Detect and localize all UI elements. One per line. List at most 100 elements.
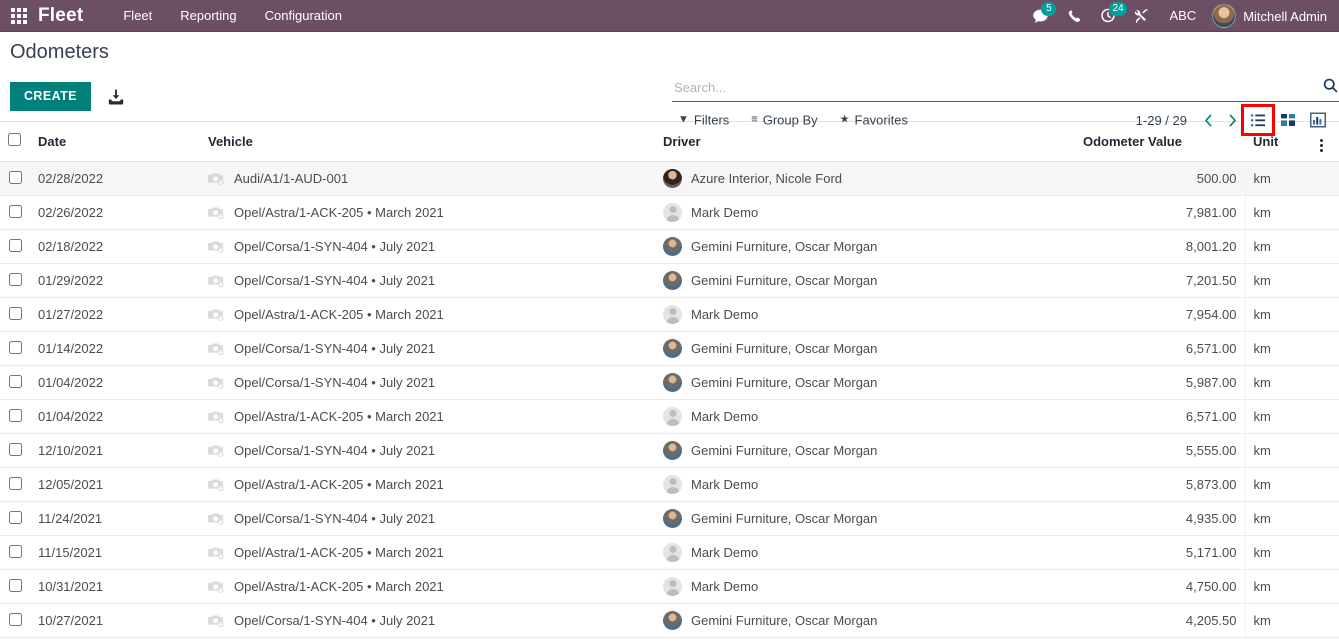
- row-checkbox[interactable]: [8, 578, 22, 592]
- pager-next-icon[interactable]: [1221, 109, 1243, 131]
- menu-configuration[interactable]: Configuration: [251, 0, 356, 32]
- company-switcher-abc[interactable]: ABC: [1159, 0, 1206, 32]
- row-checkbox[interactable]: [8, 272, 22, 286]
- table-row[interactable]: 02/26/2022 Opel/Astra/1-ACK-205 • March 2…: [0, 195, 1339, 230]
- user-menu[interactable]: Mitchell Admin: [1206, 0, 1335, 32]
- vehicle-label: Opel/Corsa/1-SYN-404 • July 2021: [234, 511, 436, 526]
- create-button[interactable]: CREATE: [10, 82, 91, 111]
- app-brand-fleet[interactable]: Fleet: [38, 0, 83, 32]
- kanban-view-button[interactable]: [1273, 106, 1303, 134]
- cell-vehicle: Opel/Corsa/1-SYN-404 • July 2021: [200, 433, 655, 468]
- row-checkbox[interactable]: [8, 612, 22, 626]
- cell-vehicle: Opel/Corsa/1-SYN-404 • July 2021: [200, 263, 655, 298]
- cell-optional: [1320, 501, 1339, 536]
- vehicle-image-placeholder-icon: [208, 241, 224, 254]
- driver-label: Gemini Furniture, Oscar Morgan: [691, 239, 878, 254]
- table-row[interactable]: 12/05/2021 Opel/Astra/1-ACK-205 • March 2…: [0, 467, 1339, 502]
- column-header-driver[interactable]: Driver: [655, 122, 1075, 162]
- table-row[interactable]: 11/15/2021 Opel/Astra/1-ACK-205 • March 2…: [0, 535, 1339, 570]
- apps-menu-icon[interactable]: [0, 0, 38, 32]
- row-checkbox[interactable]: [8, 408, 22, 422]
- row-checkbox[interactable]: [8, 476, 22, 490]
- table-row[interactable]: 02/18/2022 Opel/Corsa/1-SYN-404 • July 20…: [0, 229, 1339, 264]
- cell-driver: Mark Demo: [655, 467, 1075, 502]
- import-records-icon[interactable]: [105, 86, 127, 108]
- favorites-toggle[interactable]: ★ Favorites: [840, 113, 908, 128]
- select-all-checkbox[interactable]: [8, 133, 21, 146]
- cell-unit: km: [1245, 297, 1320, 332]
- table-row[interactable]: 12/10/2021 Opel/Corsa/1-SYN-404 • July 20…: [0, 433, 1339, 468]
- pager: 1-29 / 29: [1136, 109, 1243, 131]
- row-checkbox[interactable]: [8, 544, 22, 558]
- driver-avatar: [663, 339, 682, 358]
- pager-count[interactable]: 1-29 / 29: [1136, 113, 1187, 128]
- vehicle-label: Opel/Corsa/1-SYN-404 • July 2021: [234, 273, 436, 288]
- table-row[interactable]: 02/28/2022 Audi/A1/1-AUD-001 Azure Interio…: [0, 161, 1339, 196]
- table-row[interactable]: 10/31/2021 Opel/Astra/1-ACK-205 • March 2…: [0, 569, 1339, 604]
- cell-optional: [1320, 365, 1339, 400]
- cell-driver: Gemini Furniture, Oscar Morgan: [655, 603, 1075, 638]
- filters-label: Filters: [693, 112, 730, 128]
- cell-unit: km: [1245, 467, 1320, 502]
- phone-icon[interactable]: [1057, 0, 1091, 32]
- cell-driver: Mark Demo: [655, 535, 1075, 570]
- column-header-date[interactable]: Date: [30, 122, 200, 162]
- group-by-toggle[interactable]: ≡ Group By: [751, 113, 817, 128]
- search-bar[interactable]: [672, 76, 1339, 102]
- row-checkbox[interactable]: [8, 170, 22, 184]
- graph-view-button[interactable]: [1303, 106, 1333, 134]
- cell-optional: [1320, 399, 1339, 434]
- row-checkbox[interactable]: [8, 238, 22, 252]
- column-header-vehicle[interactable]: Vehicle: [200, 122, 655, 162]
- cell-unit: km: [1245, 569, 1320, 604]
- driver-avatar: [663, 509, 682, 528]
- cell-driver: Gemini Furniture, Oscar Morgan: [655, 365, 1075, 400]
- table-row[interactable]: 11/24/2021 Opel/Corsa/1-SYN-404 • July 20…: [0, 501, 1339, 536]
- optional-columns-dropdown-icon[interactable]: [1320, 139, 1323, 152]
- row-select-cell: [0, 603, 30, 638]
- row-checkbox[interactable]: [8, 442, 22, 456]
- list-view-button[interactable]: [1241, 104, 1275, 136]
- cell-odometer-value: 7,954.00: [1075, 297, 1246, 332]
- search-icon[interactable]: [1322, 77, 1339, 99]
- table-body: 02/28/2022 Audi/A1/1-AUD-001 Azure Interio…: [0, 161, 1339, 638]
- favorites-label: Favorites: [854, 112, 908, 128]
- cell-driver: Gemini Furniture, Oscar Morgan: [655, 229, 1075, 264]
- table-row[interactable]: 01/14/2022 Opel/Corsa/1-SYN-404 • July 20…: [0, 331, 1339, 366]
- table-row[interactable]: 10/27/2021 Opel/Corsa/1-SYN-404 • July 20…: [0, 603, 1339, 638]
- row-checkbox[interactable]: [8, 204, 22, 218]
- cell-vehicle: Opel/Corsa/1-SYN-404 • July 2021: [200, 365, 655, 400]
- vehicle-image-placeholder-icon: [208, 615, 224, 628]
- row-select-cell: [0, 535, 30, 570]
- table-row[interactable]: 01/04/2022 Opel/Astra/1-ACK-205 • March 2…: [0, 399, 1339, 434]
- table-row[interactable]: 01/04/2022 Opel/Corsa/1-SYN-404 • July 20…: [0, 365, 1339, 400]
- driver-label: Mark Demo: [691, 409, 759, 424]
- row-checkbox[interactable]: [8, 374, 22, 388]
- table-row[interactable]: 01/29/2022 Opel/Corsa/1-SYN-404 • July 20…: [0, 263, 1339, 298]
- control-panel-buttons: CREATE: [10, 82, 127, 111]
- menu-fleet[interactable]: Fleet: [109, 0, 166, 32]
- table-row[interactable]: 01/27/2022 Opel/Astra/1-ACK-205 • March 2…: [0, 297, 1339, 332]
- cell-driver: Azure Interior, Nicole Ford: [655, 161, 1075, 196]
- row-select-cell: [0, 399, 30, 434]
- activities-icon[interactable]: 24: [1091, 0, 1127, 32]
- user-name-label: Mitchell Admin: [1243, 8, 1327, 24]
- messages-icon[interactable]: 5: [1023, 0, 1057, 32]
- cell-date: 12/10/2021: [30, 433, 200, 468]
- cell-odometer-value: 6,571.00: [1075, 399, 1246, 434]
- row-checkbox[interactable]: [8, 306, 22, 320]
- driver-avatar: [663, 271, 682, 290]
- filters-toggle[interactable]: ▼ Filters: [678, 113, 729, 128]
- row-checkbox[interactable]: [8, 510, 22, 524]
- menu-reporting[interactable]: Reporting: [166, 0, 250, 32]
- driver-avatar: [663, 203, 682, 222]
- developer-tools-icon[interactable]: [1125, 0, 1159, 32]
- pager-previous-icon[interactable]: [1197, 109, 1219, 131]
- search-input[interactable]: [672, 77, 1339, 100]
- driver-avatar: [663, 373, 682, 392]
- cell-vehicle: Opel/Astra/1-ACK-205 • March 2021: [200, 195, 655, 230]
- cell-vehicle: Opel/Corsa/1-SYN-404 • July 2021: [200, 331, 655, 366]
- cell-unit: km: [1245, 195, 1320, 230]
- cell-date: 01/04/2022: [30, 365, 200, 400]
- row-checkbox[interactable]: [8, 340, 22, 354]
